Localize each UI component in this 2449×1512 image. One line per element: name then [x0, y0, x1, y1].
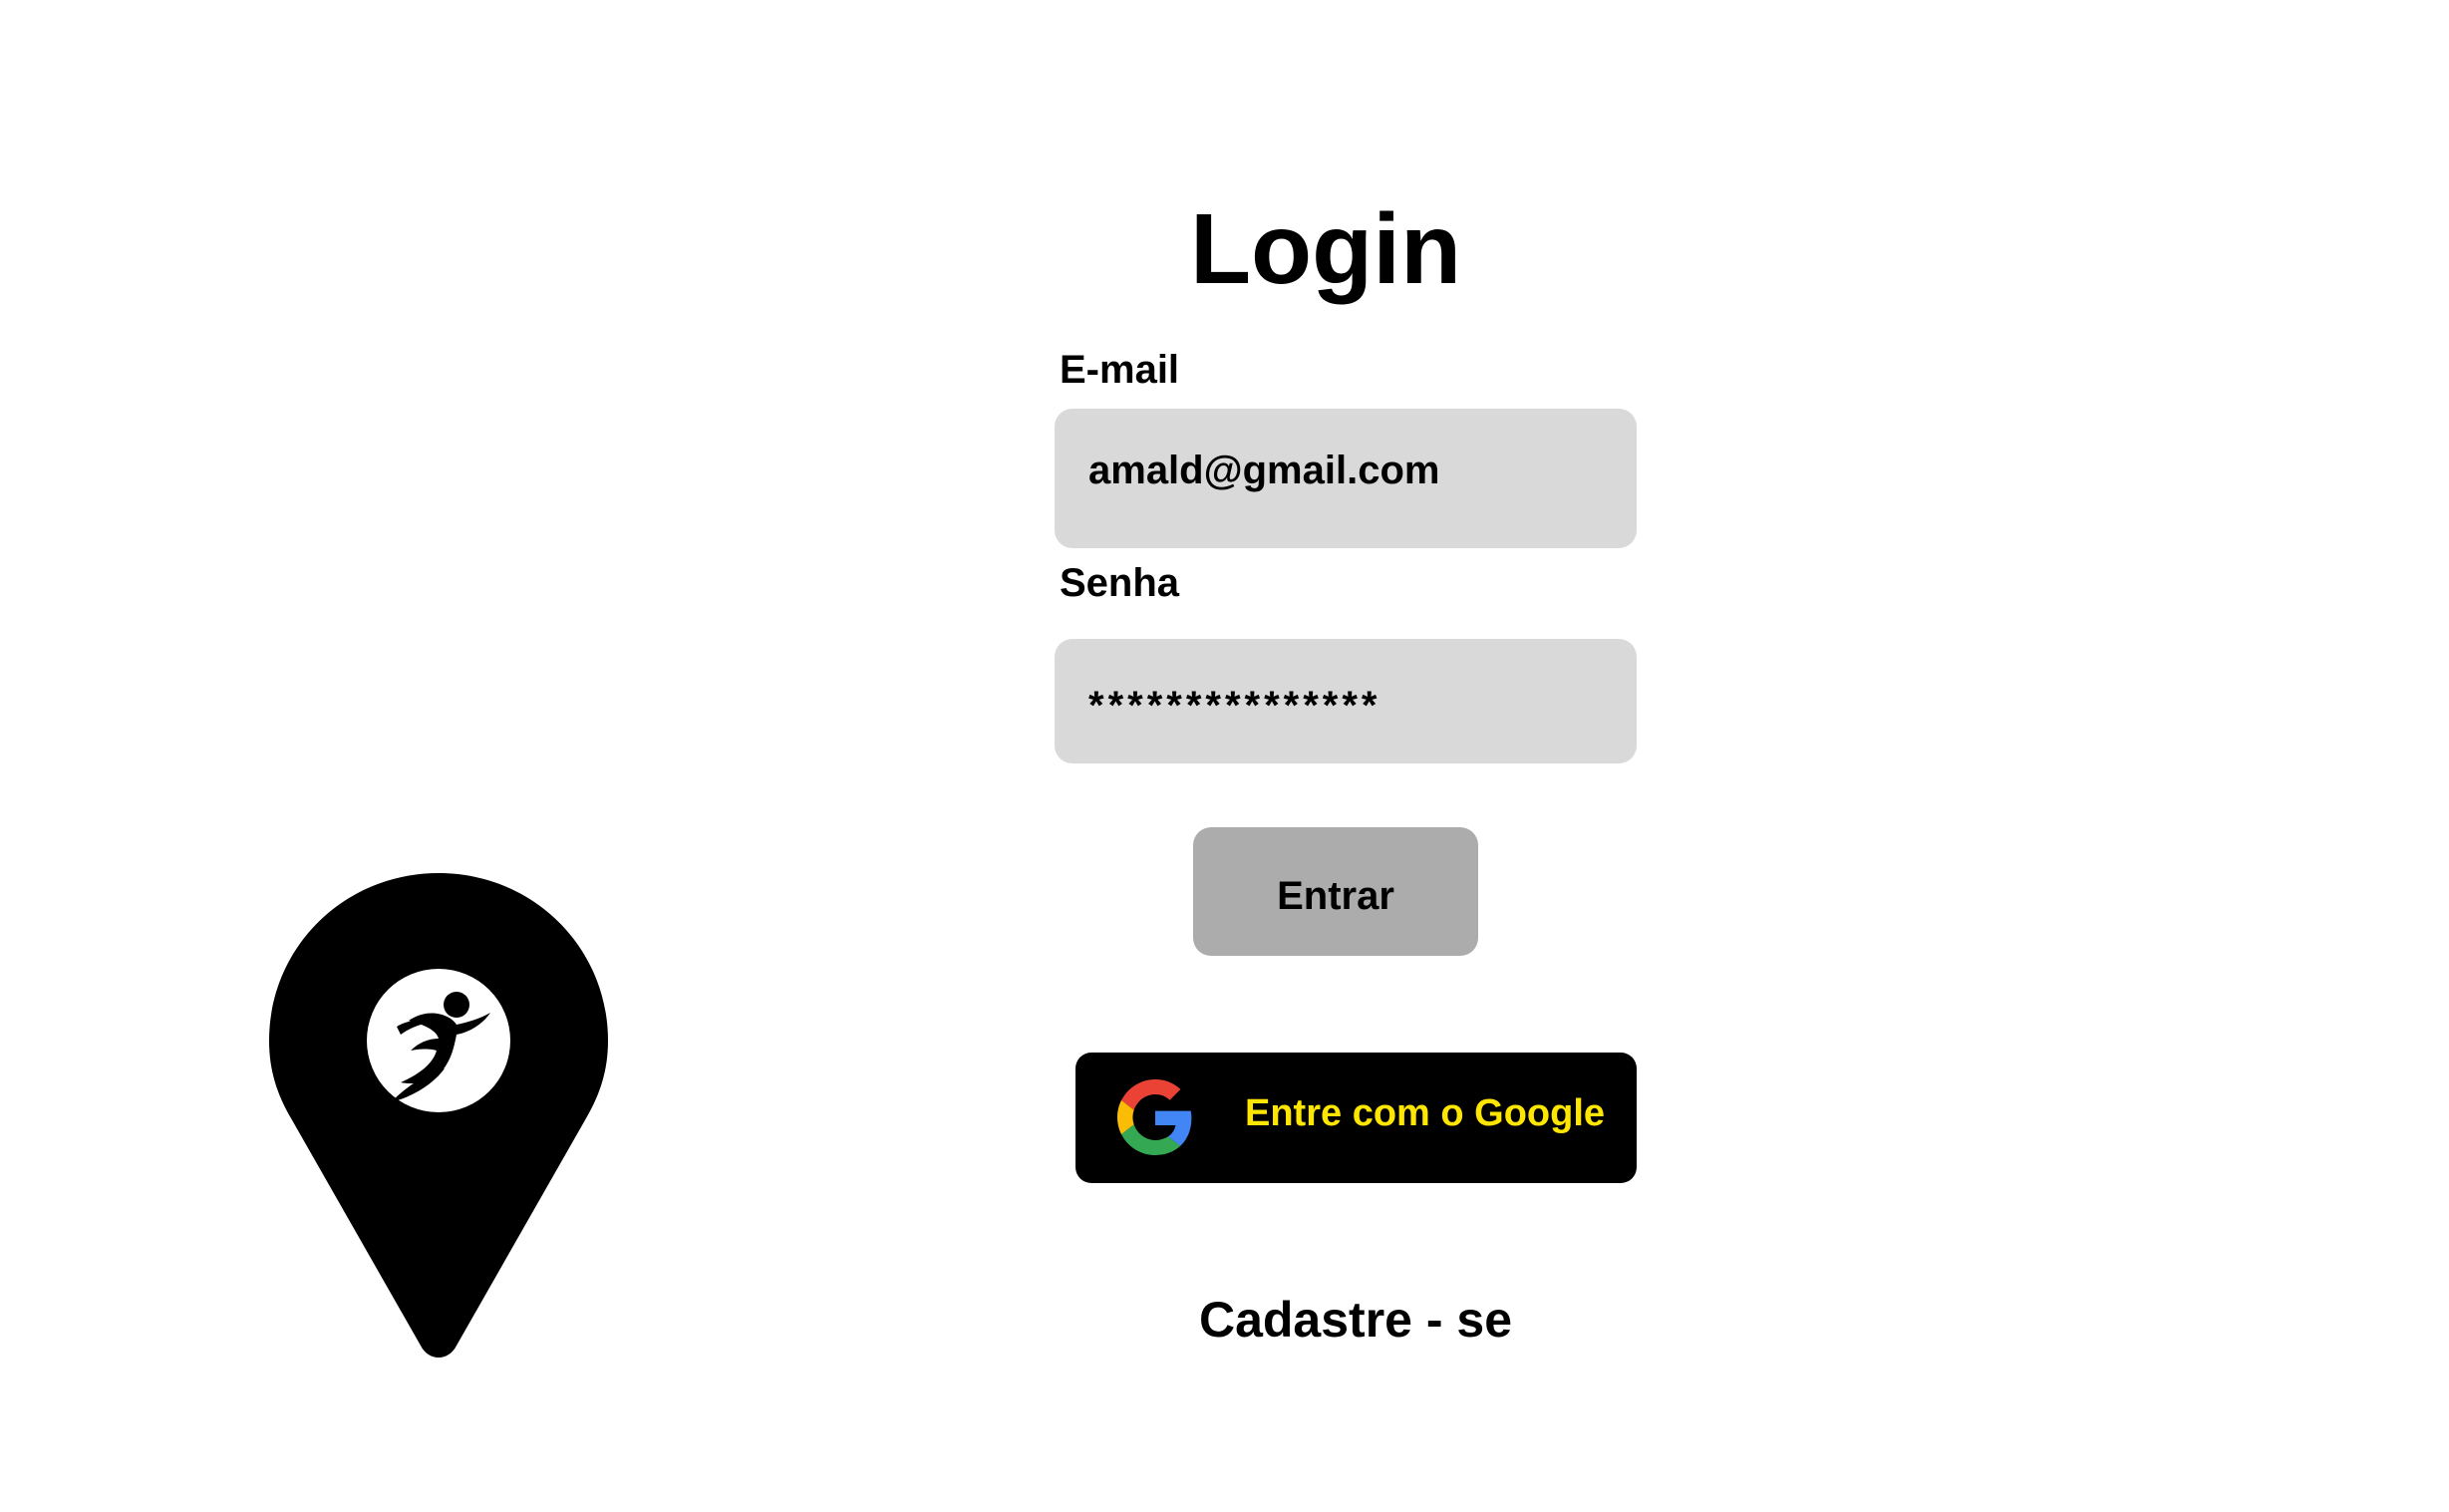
email-label: E-mail: [1060, 348, 1180, 392]
email-field[interactable]: [1055, 409, 1637, 548]
google-signin-label: Entre com o Google: [1245, 1092, 1606, 1134]
google-icon: [1117, 1079, 1193, 1155]
password-label: Senha: [1060, 561, 1180, 605]
google-signin-button[interactable]: Entre com o Google: [1075, 1053, 1637, 1183]
password-field[interactable]: [1055, 639, 1637, 763]
map-pin-runner-icon: [269, 873, 608, 1358]
page-title: Login: [1189, 193, 1462, 305]
signup-link[interactable]: Cadastre - se: [1146, 1289, 1565, 1351]
login-button[interactable]: Entrar: [1193, 827, 1478, 956]
map-pin-runner-logo: [269, 873, 608, 1360]
